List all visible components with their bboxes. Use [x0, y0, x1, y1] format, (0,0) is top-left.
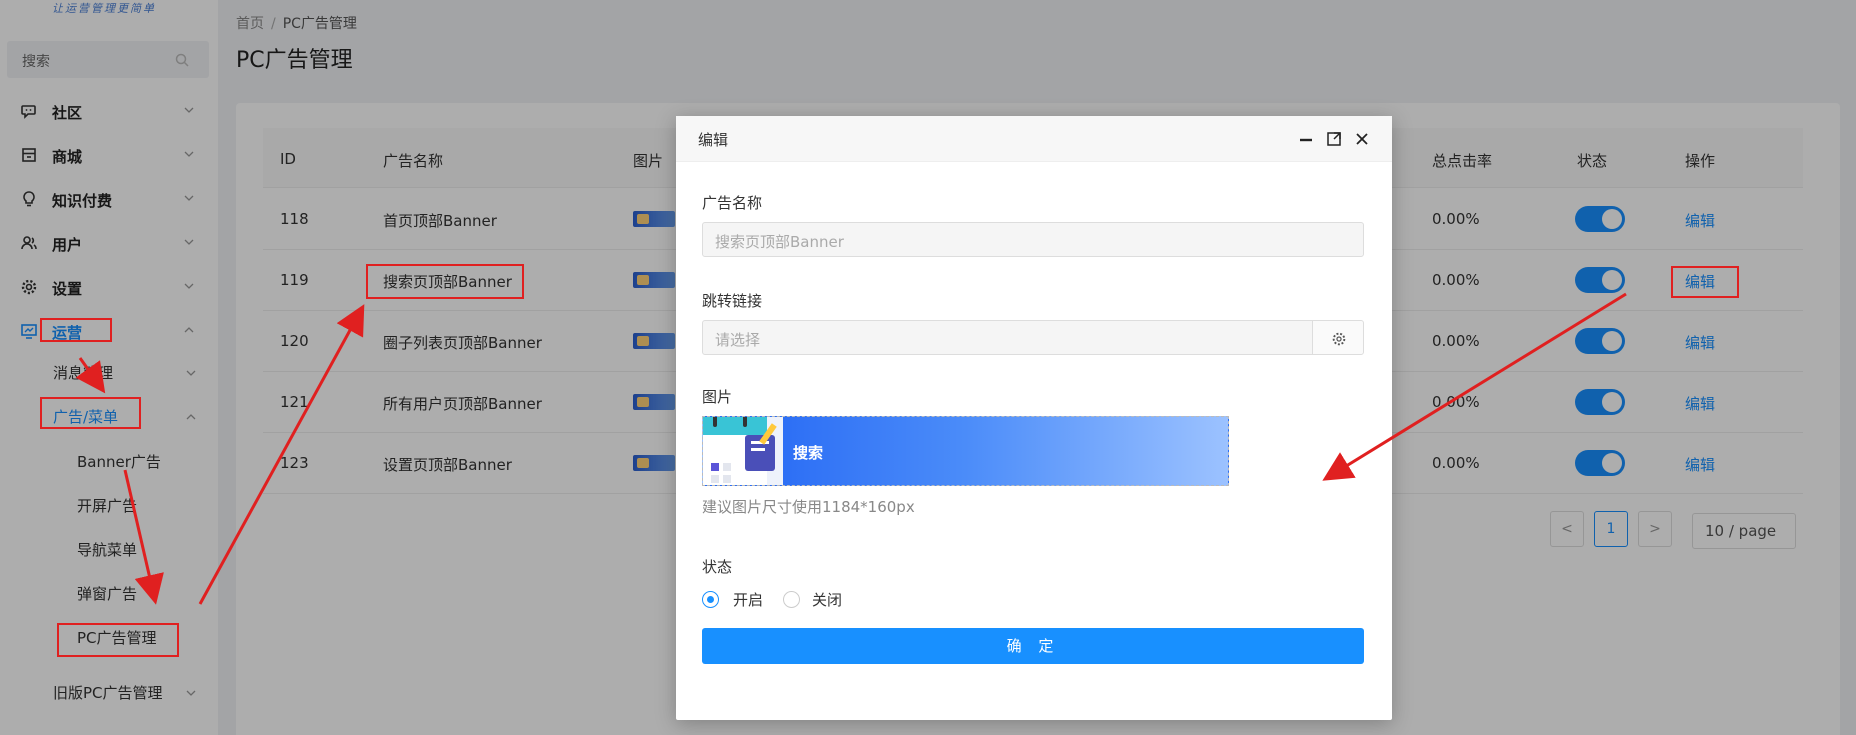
annotation-box-pc-ads [57, 623, 179, 657]
banner-image-upload[interactable]: 搜索 [702, 416, 1229, 486]
status-off-radio[interactable] [783, 591, 800, 608]
gear-icon [1332, 332, 1346, 346]
annotation-box-row-name [366, 264, 524, 299]
ad-name-label: 广告名称 [702, 194, 763, 212]
link-placeholder: 请选择 [715, 331, 761, 349]
image-size-hint: 建议图片尺寸使用1184*160px [702, 498, 915, 516]
confirm-button[interactable]: 确 定 [702, 628, 1364, 664]
status-label: 状态 [702, 558, 733, 576]
banner-text: 搜索 [793, 444, 824, 462]
link-label: 跳转链接 [702, 292, 763, 310]
annotation-box-operations [40, 318, 112, 342]
minimize-icon[interactable] [1297, 130, 1315, 148]
ad-name-field[interactable]: 搜索页顶部Banner [702, 222, 1364, 257]
calendar-illustration [703, 417, 783, 485]
status-on-radio[interactable] [702, 591, 719, 608]
modal-header: 编辑 [676, 116, 1392, 162]
edit-modal: 编辑 广告名称 搜索页顶部Banner 跳转链接 请选择 图片 搜索 建议图片尺… [676, 116, 1392, 720]
link-select[interactable]: 请选择 [702, 320, 1314, 355]
annotation-box-ads-menus [40, 397, 141, 429]
link-settings-button[interactable] [1312, 320, 1364, 355]
close-icon[interactable] [1353, 130, 1371, 148]
annotation-box-edit-link [1671, 266, 1739, 298]
ad-name-value: 搜索页顶部Banner [715, 233, 844, 251]
image-label: 图片 [702, 388, 733, 406]
status-on-label[interactable]: 开启 [733, 589, 763, 610]
status-off-label[interactable]: 关闭 [812, 589, 842, 610]
maximize-icon[interactable] [1325, 130, 1343, 148]
modal-title: 编辑 [698, 131, 729, 149]
